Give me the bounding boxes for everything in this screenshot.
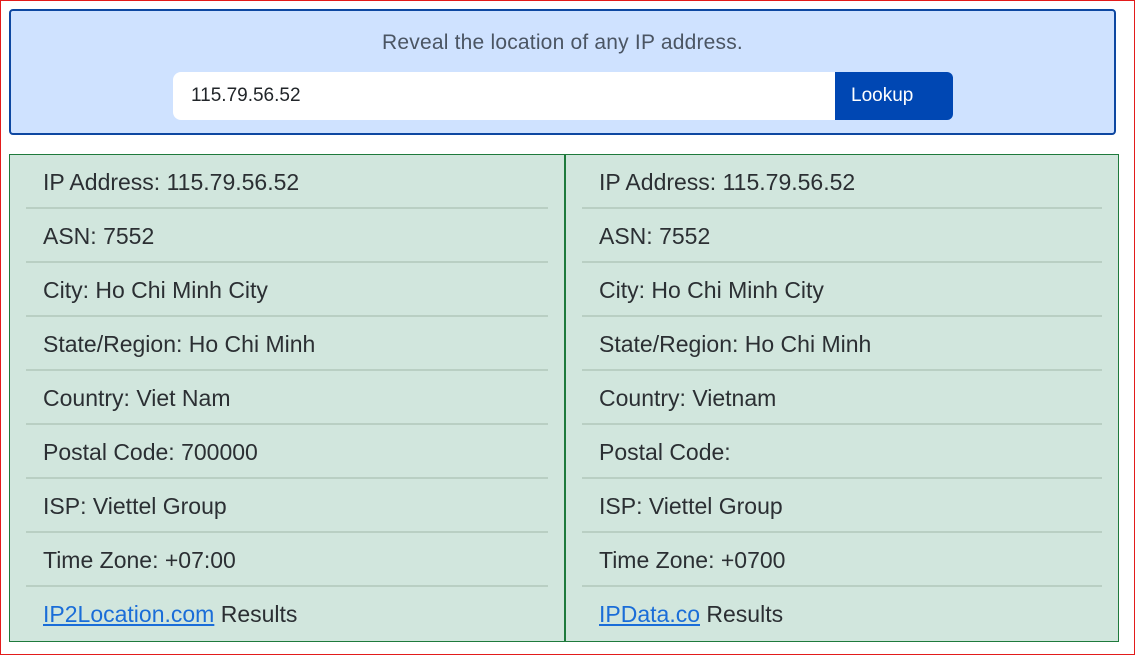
time-zone-row: Time Zone: +07:00 (26, 533, 548, 587)
country-row: Country: Vietnam (582, 371, 1102, 425)
source-suffix: Results (214, 601, 298, 627)
city-row: City: Ho Chi Minh City (26, 263, 548, 317)
lookup-button[interactable]: Lookup (835, 72, 953, 120)
asn-row: ASN: 7552 (582, 209, 1102, 263)
search-panel: Reveal the location of any IP address. L… (9, 9, 1116, 135)
region-row: State/Region: Ho Chi Minh (26, 317, 548, 371)
isp-row: ISP: Viettel Group (582, 479, 1102, 533)
postal-code-row: Postal Code: (582, 425, 1102, 479)
tagline: Reveal the location of any IP address. (382, 31, 743, 54)
asn-row: ASN: 7552 (26, 209, 548, 263)
results-panel: IP Address: 115.79.56.52 ASN: 7552 City:… (9, 154, 1119, 642)
isp-row: ISP: Viettel Group (26, 479, 548, 533)
source-suffix: Results (700, 601, 784, 627)
ip2location-results: IP Address: 115.79.56.52 ASN: 7552 City:… (9, 154, 565, 642)
ipdata-link[interactable]: IPData.co (599, 601, 700, 627)
time-zone-row: Time Zone: +0700 (582, 533, 1102, 587)
postal-code-row: Postal Code: 700000 (26, 425, 548, 479)
ip-address-row: IP Address: 115.79.56.52 (26, 155, 548, 209)
region-row: State/Region: Ho Chi Minh (582, 317, 1102, 371)
ip-address-row: IP Address: 115.79.56.52 (582, 155, 1102, 209)
ip-address-input[interactable] (173, 72, 835, 120)
country-row: Country: Viet Nam (26, 371, 548, 425)
ip2location-link[interactable]: IP2Location.com (43, 601, 214, 627)
source-row: IP2Location.com Results (26, 587, 548, 641)
city-row: City: Ho Chi Minh City (582, 263, 1102, 317)
ipdata-results: IP Address: 115.79.56.52 ASN: 7552 City:… (565, 154, 1119, 642)
source-row: IPData.co Results (582, 587, 1102, 641)
search-row: Lookup (173, 72, 955, 120)
